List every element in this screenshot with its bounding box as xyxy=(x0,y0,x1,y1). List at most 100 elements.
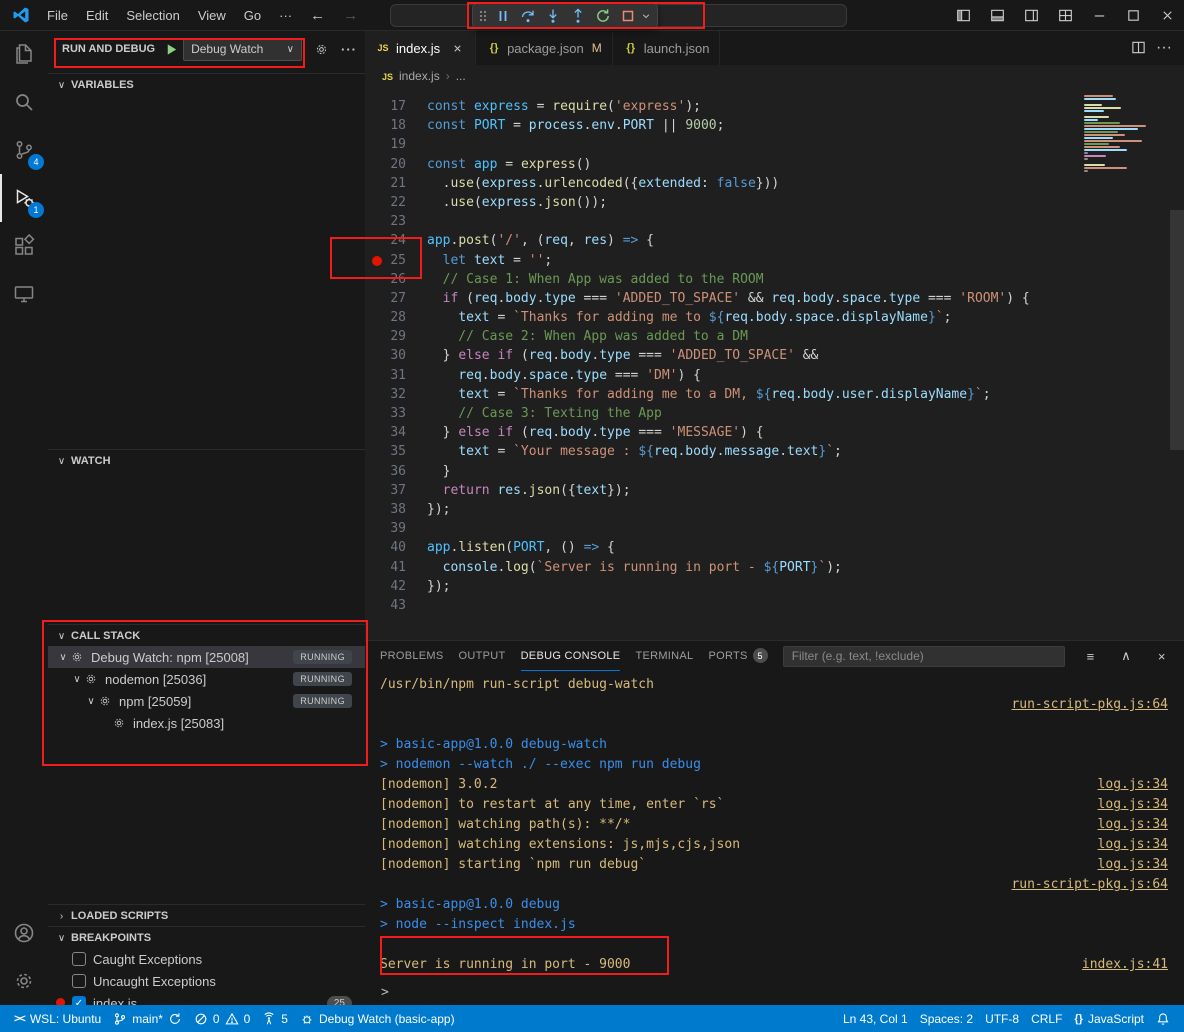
code-line[interactable]: 42}); xyxy=(365,577,1184,596)
code-line[interactable]: 32 text = `Thanks for adding me to a DM,… xyxy=(365,385,1184,404)
breakpoint-checkbox[interactable]: ✓ xyxy=(72,996,86,1005)
variables-section-header[interactable]: ∨ VARIABLES xyxy=(48,73,365,96)
breadcrumb[interactable]: JS index.js › ... xyxy=(365,65,1184,87)
loaded-scripts-section-header[interactable]: › LOADED SCRIPTS xyxy=(48,904,365,927)
tab-package-json[interactable]: {}package.jsonM xyxy=(476,30,613,65)
more-actions-icon[interactable]: ··· xyxy=(1156,39,1172,57)
code-line[interactable]: 20const app = express() xyxy=(365,155,1184,174)
code-line[interactable]: 26 // Case 1: When App was added to the … xyxy=(365,270,1184,289)
breakpoints-section-header[interactable]: ∨ BREAKPOINTS xyxy=(48,926,365,949)
code-line[interactable]: 30 } else if (req.body.type === 'ADDED_T… xyxy=(365,346,1184,365)
activity-search[interactable] xyxy=(0,78,48,126)
status-git-branch[interactable]: main* xyxy=(107,1005,188,1032)
launch-config-select[interactable]: Debug Watch ∨ xyxy=(183,38,302,61)
code-line[interactable]: 37 return res.json({text}); xyxy=(365,481,1184,500)
activity-accounts[interactable] xyxy=(0,909,48,957)
code-line[interactable]: 22 .use(express.json()); xyxy=(365,193,1184,212)
console-line[interactable]: [nodemon] to restart at any time, enter … xyxy=(365,795,1184,815)
code-line[interactable]: 39 xyxy=(365,519,1184,538)
console-line[interactable]: run-script-pkg.js:64 xyxy=(365,875,1184,895)
code-line[interactable]: 38}); xyxy=(365,500,1184,519)
code-line[interactable]: 17const express = require('express'); xyxy=(365,97,1184,116)
console-line[interactable] xyxy=(365,715,1184,735)
activity-settings[interactable] xyxy=(0,957,48,1005)
code-line[interactable]: 18const PORT = process.env.PORT || 9000; xyxy=(365,116,1184,135)
console-line[interactable]: [nodemon] watching path(s): **/*log.js:3… xyxy=(365,815,1184,835)
code-line[interactable]: 41 console.log(`Server is running in por… xyxy=(365,558,1184,577)
maximize-panel-icon[interactable]: ∧ xyxy=(1116,645,1137,667)
status-debug-session[interactable]: Debug Watch (basic-app) xyxy=(294,1005,461,1032)
code-line[interactable]: 29 // Case 2: When App was added to a DM xyxy=(365,327,1184,346)
breakpoint-checkbox[interactable] xyxy=(72,974,86,988)
nav-forward-button[interactable]: → xyxy=(334,7,367,24)
tab-index-js[interactable]: JSindex.js xyxy=(365,30,476,65)
console-line[interactable]: Server is running in port - 9000index.js… xyxy=(365,955,1184,975)
status-cursor-position[interactable]: Ln 43, Col 1 xyxy=(837,1005,914,1032)
activity-explorer[interactable] xyxy=(0,30,48,78)
menu-selection[interactable]: Selection xyxy=(117,1,188,30)
debug-console-output[interactable]: /usr/bin/npm run-script debug-watchrun-s… xyxy=(365,671,1184,981)
code-line[interactable]: 24app.post('/', (req, res) => { xyxy=(365,231,1184,250)
layout-panel-button[interactable] xyxy=(980,0,1014,30)
code-editor[interactable]: 17const express = require('express');18c… xyxy=(365,87,1184,640)
source-link[interactable]: run-script-pkg.js:64 xyxy=(1011,875,1168,895)
layout-right-button[interactable] xyxy=(1014,0,1048,30)
console-line[interactable]: [nodemon] starting `npm run debug`log.js… xyxy=(365,855,1184,875)
breakpoint-row[interactable]: Uncaught Exceptions xyxy=(48,970,365,992)
breakpoint-checkbox[interactable] xyxy=(72,952,86,966)
call-stack-row[interactable]: ∨npm [25059]RUNNING xyxy=(48,690,365,712)
menu-view[interactable]: View xyxy=(189,1,235,30)
activity-source-control[interactable]: 4 xyxy=(0,126,48,174)
pause-button[interactable] xyxy=(490,5,515,27)
source-link[interactable]: log.js:34 xyxy=(1098,815,1168,835)
menu-more[interactable]: ··· xyxy=(270,1,301,30)
status-eol[interactable]: CRLF xyxy=(1025,1005,1068,1032)
breakpoint-row[interactable]: ✓index.js25 xyxy=(48,992,365,1005)
panel-tab-terminal[interactable]: TERMINAL xyxy=(635,641,693,671)
editor-scrollbar[interactable] xyxy=(1170,210,1184,450)
status-language-mode[interactable]: {}JavaScript xyxy=(1068,1005,1150,1032)
console-views-icon[interactable]: ≡ xyxy=(1080,645,1101,667)
code-line[interactable]: 25 let text = ''; xyxy=(365,251,1184,270)
call-stack-row[interactable]: ∨Debug Watch: npm [25008]RUNNING xyxy=(48,646,365,668)
maximize-button[interactable] xyxy=(1116,0,1150,30)
debug-settings-gear-icon[interactable] xyxy=(314,41,329,57)
status-notifications[interactable] xyxy=(1150,1005,1176,1032)
debug-console-filter-input[interactable] xyxy=(783,646,1065,667)
code-line[interactable]: 34 } else if (req.body.type === 'MESSAGE… xyxy=(365,423,1184,442)
code-line[interactable]: 21 .use(express.urlencoded({extended: fa… xyxy=(365,174,1184,193)
code-line[interactable]: 35 text = `Your message : ${req.body.mes… xyxy=(365,442,1184,461)
source-link[interactable]: log.js:34 xyxy=(1098,835,1168,855)
source-link[interactable]: index.js:41 xyxy=(1082,955,1168,975)
code-line[interactable]: 31 req.body.space.type === 'DM') { xyxy=(365,366,1184,385)
console-line[interactable]: > basic-app@1.0.0 debug xyxy=(365,895,1184,915)
source-link[interactable]: log.js:34 xyxy=(1098,795,1168,815)
panel-tab-debug-console[interactable]: DEBUG CONSOLE xyxy=(521,641,621,671)
restart-button[interactable] xyxy=(590,5,615,27)
call-stack-section-header[interactable]: ∨ CALL STACK xyxy=(48,624,365,647)
chevron-down-icon[interactable] xyxy=(640,5,652,27)
close-win-button[interactable] xyxy=(1150,0,1184,30)
menu-edit[interactable]: Edit xyxy=(77,1,117,30)
console-line[interactable]: > basic-app@1.0.0 debug-watch xyxy=(365,735,1184,755)
source-link[interactable]: log.js:34 xyxy=(1098,855,1168,875)
menu-go[interactable]: Go xyxy=(235,1,270,30)
breadcrumb-file[interactable]: index.js xyxy=(399,69,440,83)
code-line[interactable]: 28 text = `Thanks for adding me to ${req… xyxy=(365,308,1184,327)
close-icon[interactable] xyxy=(449,40,465,56)
activity-extensions[interactable] xyxy=(0,222,48,270)
step-out-button[interactable] xyxy=(565,5,590,27)
code-line[interactable]: 33 // Case 3: Texting the App xyxy=(365,404,1184,423)
console-line[interactable]: > node --inspect index.js xyxy=(365,915,1184,935)
console-line[interactable]: > nodemon --watch ./ --exec npm run debu… xyxy=(365,755,1184,775)
breakpoint-dot[interactable] xyxy=(372,256,382,266)
code-line[interactable]: 27 if (req.body.type === 'ADDED_TO_SPACE… xyxy=(365,289,1184,308)
breadcrumb-more[interactable]: ... xyxy=(456,69,466,83)
activity-run-and-debug[interactable]: 1 xyxy=(0,174,48,222)
status-encoding[interactable]: UTF-8 xyxy=(979,1005,1025,1032)
console-line[interactable] xyxy=(365,935,1184,955)
stop-button[interactable] xyxy=(615,5,640,27)
split-editor-icon[interactable] xyxy=(1131,40,1146,55)
step-into-button[interactable] xyxy=(540,5,565,27)
layout-grid-button[interactable] xyxy=(1048,0,1082,30)
